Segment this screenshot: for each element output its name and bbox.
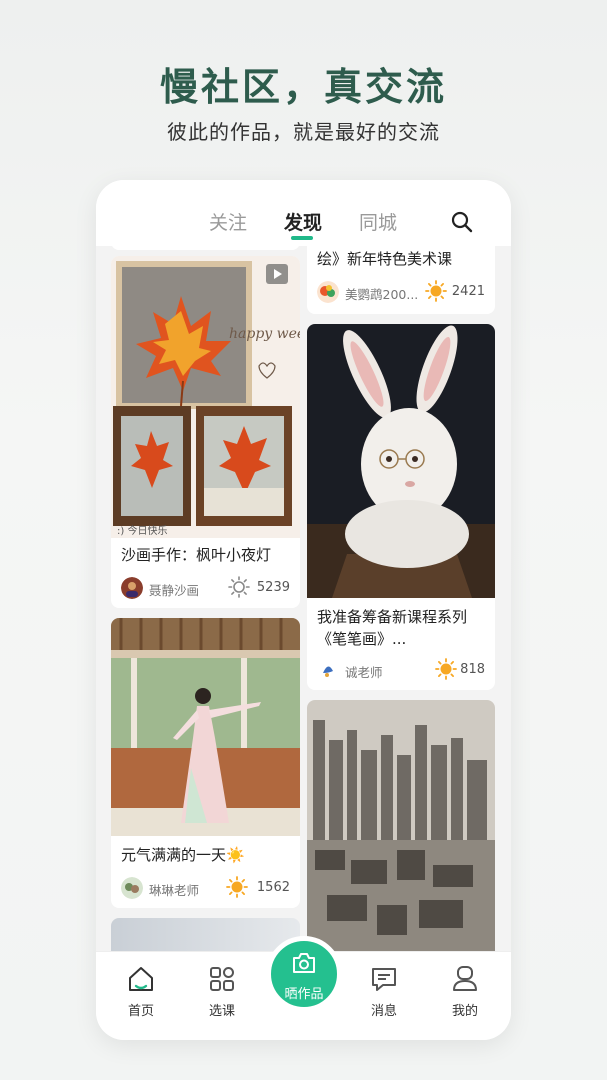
like-count: 818 [460,662,485,677]
tab-follow[interactable]: 关注 [209,208,247,235]
like-count: 5239 [256,580,290,595]
nav-label: 首页 [127,1004,154,1019]
tab-active-indicator [291,236,313,240]
avatar[interactable] [317,281,339,303]
feed-card-partial[interactable] [307,700,495,951]
grid-icon [210,967,234,991]
phone-frame: 关注 发现 同城 happy weekend [96,180,511,1040]
overlay-text: happy weekend [229,326,300,342]
nav-messages[interactable]: 消息 [354,964,414,1019]
post-work-button[interactable]: 晒作品 [266,936,342,1012]
post-meta: 琳琳老师 1562 [121,876,290,900]
hero-title: 慢社区，真交流 [159,65,447,109]
post-title: 沙画手作：枫叶小夜灯 [121,546,272,564]
avatar[interactable] [121,877,143,899]
sun-icon[interactable] [226,876,248,898]
feed-card-partial[interactable] [111,246,300,250]
discover-feed[interactable]: happy weekend :) 今日快乐 沙画手作：枫叶小夜灯 [96,246,511,951]
post-image [307,700,495,951]
post-image [307,324,495,598]
post-title: 我准备筹备新课程系列《笔笔画》... [317,608,468,648]
home-icon [129,967,153,991]
author-name[interactable]: 聂静沙画 [149,580,199,599]
tab-nearby[interactable]: 同城 [359,208,397,235]
nav-home[interactable]: 首页 [111,964,171,1019]
profile-icon [453,966,477,991]
nav-label: 选课 [208,1004,235,1019]
author-name[interactable]: 诚老师 [345,662,383,681]
feed-card[interactable]: 绘》新年特色美术课 美鹦鹉200... 2421 [307,246,495,314]
feed-card[interactable]: 我准备筹备新课程系列《笔笔画》... 诚老师 818 [307,324,495,690]
search-icon[interactable] [450,210,474,234]
sun-icon[interactable] [228,576,250,598]
hero-subtitle: 彼此的作品，就是最好的交流 [167,120,440,144]
author-name[interactable]: 琳琳老师 [149,880,199,899]
camera-icon [293,953,315,973]
post-image: happy weekend :) 今日快乐 [111,256,300,538]
avatar[interactable] [121,577,143,599]
nav-profile[interactable]: 我的 [435,964,495,1019]
feed-card-partial[interactable] [111,918,300,951]
like-count: 1562 [256,880,290,895]
like-count: 2421 [451,284,485,299]
feed-card[interactable]: 元气满满的一天☀️ 琳琳老师 1562 [111,618,300,908]
nav-label: 消息 [370,1004,397,1019]
feed-card[interactable]: happy weekend :) 今日快乐 沙画手作：枫叶小夜灯 [111,256,300,608]
nav-label: 我的 [451,1004,478,1019]
post-image [111,618,300,836]
sun-icon[interactable] [425,280,447,302]
post-work-label: 晒作品 [284,987,324,1002]
message-icon [372,968,396,991]
author-name[interactable]: 美鹦鹉200... [345,284,418,303]
sun-icon[interactable] [435,658,457,680]
nav-courses[interactable]: 选课 [192,964,252,1019]
avatar[interactable] [317,659,339,681]
post-meta: 聂静沙画 5239 [121,576,290,600]
caption-text: :) 今日快乐 [117,524,167,537]
tab-discover[interactable]: 发现 [284,208,322,235]
post-meta: 美鹦鹉200... 2421 [317,280,485,304]
post-meta: 诚老师 818 [317,658,485,682]
video-badge [266,264,288,284]
post-title: 绘》新年特色美术课 [317,250,453,268]
post-title: 元气满满的一天☀️ [121,846,245,864]
top-tab-bar: 关注 发现 同城 [96,180,511,246]
